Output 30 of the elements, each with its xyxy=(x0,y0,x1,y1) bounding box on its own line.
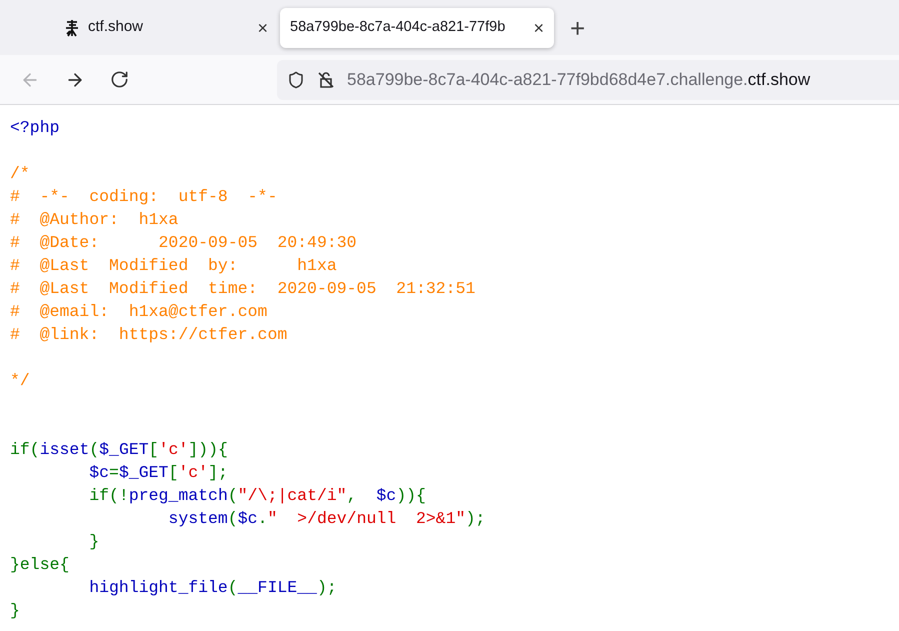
code-line: /* xyxy=(10,163,30,185)
browser-tab[interactable]: ctf.show × xyxy=(4,8,278,48)
crossed-lock-icon[interactable] xyxy=(317,70,335,88)
new-tab-button[interactable]: + xyxy=(570,14,586,40)
code-line: } xyxy=(10,600,20,622)
url-text: 58a799be-8c7a-404c-a821-77f9bd68d4e7.challenge.ctf.show xyxy=(347,68,810,91)
code-line: # @Last Modified time: 2020-09-05 21:32:51 xyxy=(10,278,476,300)
close-icon[interactable]: × xyxy=(533,18,544,36)
code-line: <?php xyxy=(10,117,60,139)
code-line: # @link: https://ctfer.com xyxy=(10,324,288,346)
code-line: system($c." >/dev/null 2>&1"); xyxy=(167,508,486,530)
shield-icon[interactable] xyxy=(287,70,305,88)
code-line: # -*- coding: utf-8 -*- xyxy=(10,186,278,208)
code-line: $c=$_GET['c']; xyxy=(88,462,228,484)
close-icon[interactable]: × xyxy=(257,18,268,36)
code-line: # @Author: h1xa xyxy=(10,209,178,231)
code-line: }else{ xyxy=(10,554,70,576)
code-line: # @Date: 2020-09-05 20:49:30 xyxy=(10,232,357,254)
address-bar[interactable]: 58a799be-8c7a-404c-a821-77f9bd68d4e7.challenge.ctf.show xyxy=(277,60,899,100)
code-line: if(isset($_GET['c'])){ xyxy=(10,439,228,461)
code-line: # @Last Modified by: h1xa xyxy=(10,255,337,277)
tab-title: 58a799be-8c7a-404c-a821-77f9b xyxy=(290,18,506,37)
browser-tab[interactable]: 58a799be-8c7a-404c-a821-77f9b × xyxy=(280,8,554,48)
code-line: highlight_file(__FILE__); xyxy=(88,577,337,599)
tab-title: ctf.show xyxy=(88,17,144,38)
code-line: # @email: h1xa@ctfer.com xyxy=(10,301,268,323)
code-line: } xyxy=(88,531,100,553)
reload-icon[interactable] xyxy=(110,70,129,89)
code-line: */ xyxy=(10,370,30,392)
code-line: if(!preg_match("/\;|cat/i", $c)){ xyxy=(88,485,426,507)
